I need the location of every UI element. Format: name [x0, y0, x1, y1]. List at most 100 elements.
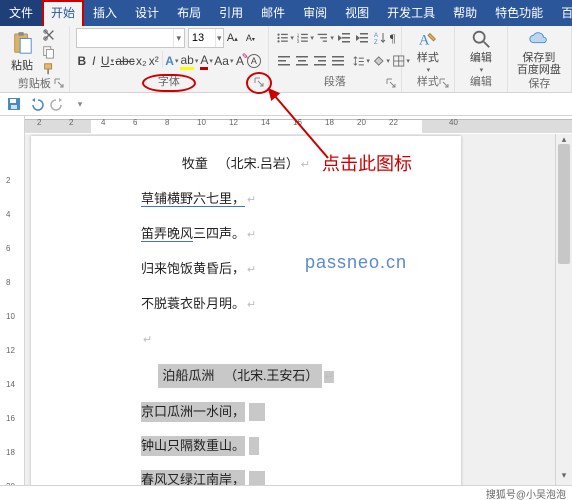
line-spacing-button[interactable]: ▾ [351, 51, 371, 71]
styles-icon: A [417, 28, 439, 50]
change-case-button[interactable]: Aa▾ [214, 51, 234, 71]
paste-label: 粘贴 [11, 57, 33, 73]
tab-review[interactable]: 审阅 [294, 0, 336, 26]
watermark-text: passneo.cn [305, 252, 407, 273]
multilevel-button[interactable]: ▾ [315, 28, 335, 48]
underline-button[interactable]: U▾ [100, 51, 115, 71]
vertical-ruler[interactable]: 2468101214161820 [0, 134, 25, 486]
sort-button[interactable]: AZ [371, 28, 389, 48]
redo-icon[interactable] [50, 96, 66, 112]
font-family-combo[interactable]: ▾ [76, 28, 185, 48]
align-left-button[interactable] [275, 51, 293, 71]
tab-home[interactable]: 开始 [42, 0, 84, 26]
tab-insert[interactable]: 插入 [84, 0, 126, 26]
shrink-font-button[interactable]: A▾ [246, 33, 262, 43]
editing-button[interactable]: 编辑▾ [461, 28, 501, 74]
poem-a-title: 牧童 （北宋.吕岩）↵ [141, 154, 351, 175]
paste-button[interactable]: 粘贴 [6, 31, 38, 73]
shading-button[interactable]: ▾ [371, 51, 391, 71]
paragraph-launcher[interactable] [385, 76, 399, 90]
bullets-button[interactable]: ▾ [275, 28, 295, 48]
clear-format-button[interactable]: A✎ [234, 51, 246, 71]
group-editing-label: 编辑 [461, 74, 501, 90]
poem-b-line: 春风又绿江南岸， [141, 470, 351, 486]
poem-b-title: 泊船瓜洲 （北宋.王安石）↵ [141, 364, 351, 388]
align-center-button[interactable] [293, 51, 311, 71]
text-effects-button[interactable]: A▾ [164, 51, 179, 71]
status-bar: 搜狐号@小吴泡泡 [0, 485, 572, 500]
tab-help[interactable]: 帮助 [444, 0, 486, 26]
menu-bar: 文件 开始 插入 设计 布局 引用 邮件 审阅 视图 开发工具 帮助 特色功能 … [0, 0, 572, 26]
tab-layout[interactable]: 布局 [168, 0, 210, 26]
tab-design[interactable]: 设计 [126, 0, 168, 26]
cut-icon[interactable] [42, 28, 56, 42]
group-editing: 编辑▾ 编辑 [455, 26, 508, 92]
italic-button[interactable]: I [88, 51, 100, 71]
group-save-label: 保存 [514, 76, 565, 92]
poem-b-line: 京口瓜洲一水间， [141, 402, 351, 422]
qat-customize-icon[interactable]: ▾ [72, 96, 88, 112]
group-font: ▾ ▾ A▴ A▾ B I U▾ abc x₂ x² A▾ ab▾ A▾ [70, 26, 269, 92]
svg-text:Z: Z [374, 40, 378, 46]
tab-file[interactable]: 文件 [0, 0, 42, 26]
svg-text:3: 3 [297, 39, 300, 44]
poem-b-line: 钟山只隔数重山。 [141, 436, 351, 456]
copy-icon[interactable] [42, 45, 56, 59]
poem-a-line: 不脱蓑衣卧月明。↵ [141, 294, 351, 315]
numbering-button[interactable]: 123▾ [295, 28, 315, 48]
group-paragraph: ▾ 123▾ ▾ AZ ¶ ▾ ▾ ▾ 段落 [269, 26, 402, 92]
styles-button[interactable]: A 样式▾ [408, 28, 448, 74]
group-paragraph-label: 段落 [275, 74, 395, 90]
chevron-down-icon[interactable]: ▾ [173, 29, 184, 47]
quick-access-toolbar: ▾ [0, 93, 572, 116]
align-right-button[interactable] [311, 51, 329, 71]
cloud-save-icon [528, 28, 550, 50]
grow-font-button[interactable]: A▴ [227, 32, 243, 44]
tab-view[interactable]: 视图 [336, 0, 378, 26]
format-painter-icon[interactable] [42, 62, 56, 76]
tab-features[interactable]: 特色功能 [486, 0, 552, 26]
clipboard-launcher[interactable] [53, 76, 67, 90]
find-icon [470, 28, 492, 50]
undo-icon[interactable] [28, 96, 44, 112]
poem-a-line: 草铺横野六七里，↵ [141, 189, 351, 210]
scroll-thumb[interactable] [558, 144, 570, 264]
save-icon[interactable] [6, 96, 22, 112]
font-size-input[interactable] [189, 32, 215, 44]
svg-text:A: A [374, 33, 378, 39]
document-area: 2468101214161820 牧童 （北宋.吕岩）↵ 草铺横野六七里，↵ 笛… [0, 134, 572, 486]
tab-mailings[interactable]: 邮件 [252, 0, 294, 26]
highlight-button[interactable]: ab▾ [179, 51, 199, 71]
font-size-combo[interactable]: ▾ [188, 28, 224, 48]
subscript-button[interactable]: x₂ [135, 51, 148, 71]
decrease-indent-button[interactable] [335, 28, 353, 48]
font-family-input[interactable] [77, 32, 173, 44]
font-color-button[interactable]: A▾ [199, 51, 214, 71]
bold-button[interactable]: B [76, 51, 88, 71]
superscript-button[interactable]: x² [148, 51, 160, 71]
tab-developer[interactable]: 开发工具 [378, 0, 444, 26]
group-save: 保存到百度网盘 保存 [508, 26, 572, 92]
chevron-down-icon[interactable]: ▾ [215, 29, 223, 47]
increase-indent-button[interactable] [353, 28, 371, 48]
scroll-down-icon[interactable]: ▾ [556, 470, 572, 486]
dialog-launcher-icon[interactable] [254, 77, 264, 87]
vertical-scrollbar[interactable]: ▴ ▾ [555, 134, 572, 486]
save-baidu-button[interactable]: 保存到百度网盘 [514, 28, 564, 76]
poem-a-line: 笛弄晚风三四声。↵ [141, 224, 351, 245]
justify-button[interactable] [329, 51, 347, 71]
group-styles: A 样式▾ 样式 [402, 26, 455, 92]
clipboard-paste-icon [11, 31, 33, 57]
tab-baidu[interactable]: 百度网盘 [552, 0, 572, 26]
document-page[interactable]: 牧童 （北宋.吕岩）↵ 草铺横野六七里，↵ 笛弄晚风三四声。↵ 归来饱饭黄昏后，… [31, 136, 461, 486]
blank-line: ↵ [141, 329, 351, 350]
enclose-char-button[interactable]: A [246, 51, 262, 71]
group-font-label: 字体 [76, 74, 262, 90]
tab-references[interactable]: 引用 [210, 0, 252, 26]
horizontal-ruler[interactable]: 224681012141618202240 [0, 116, 572, 136]
group-clipboard: 粘贴 剪贴板 [0, 26, 70, 92]
ribbon: 粘贴 剪贴板 ▾ ▾ A▴ A▾ [0, 26, 572, 93]
strike-button[interactable]: abc [115, 51, 135, 71]
styles-launcher[interactable] [438, 76, 452, 90]
show-marks-button[interactable]: ¶ [389, 28, 396, 48]
